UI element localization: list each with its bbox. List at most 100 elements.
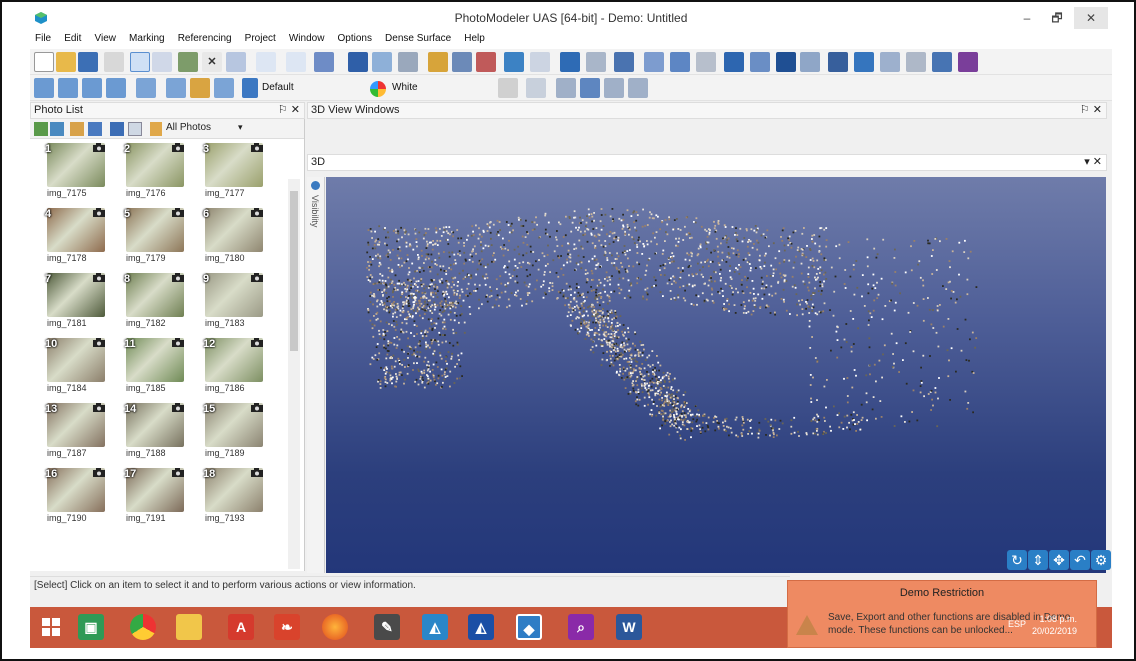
menu-dense-surface[interactable]: Dense Surface	[380, 31, 456, 46]
grid-view-icon[interactable]	[724, 52, 744, 72]
add-photo-icon[interactable]	[34, 122, 48, 136]
reset-view-icon[interactable]: ↶	[1070, 550, 1090, 570]
select-arrow-icon[interactable]	[130, 52, 150, 72]
eraser-icon[interactable]	[958, 52, 978, 72]
menu-view[interactable]: View	[89, 31, 121, 46]
app-blue-a-icon[interactable]: ◭	[422, 614, 448, 640]
view-3d-icon[interactable]	[560, 52, 580, 72]
menu-file[interactable]: File	[30, 31, 56, 46]
marking-mode-icon[interactable]	[178, 52, 198, 72]
photo-thumbnail[interactable]: 17 img_7191	[123, 468, 187, 532]
photo-thumbnail[interactable]: 1 img_7175	[44, 143, 108, 207]
menu-help[interactable]: Help	[459, 31, 490, 46]
store-icon[interactable]: ▣	[78, 614, 104, 640]
line-tool-icon[interactable]	[256, 52, 276, 72]
chevron-down-icon[interactable]: ▾	[238, 122, 243, 133]
zoom-icon[interactable]	[526, 78, 546, 98]
menu-referencing[interactable]: Referencing	[173, 31, 237, 46]
sort-photos-icon[interactable]	[70, 122, 84, 136]
photo-thumbnail[interactable]: 18 img_7193	[202, 468, 266, 532]
photo-thumbnail[interactable]: 14 img_7188	[123, 403, 187, 467]
edge-tool-icon[interactable]	[372, 52, 392, 72]
photo-thumbnail[interactable]: 12 img_7186	[202, 338, 266, 402]
remove-photo-icon[interactable]	[50, 122, 64, 136]
view-2d-icon[interactable]	[586, 52, 606, 72]
acrobat-icon[interactable]: A	[228, 614, 254, 640]
menu-project[interactable]: Project	[240, 31, 281, 46]
dolly-icon[interactable]: ⇕	[1028, 550, 1048, 570]
start-windows-icon[interactable]	[38, 614, 64, 640]
view-3d-canvas[interactable]	[326, 177, 1106, 573]
word-icon[interactable]: W	[616, 614, 642, 640]
layer-icon[interactable]	[214, 78, 234, 98]
texture-icon[interactable]	[670, 52, 690, 72]
orbit-icon[interactable]: ↻	[1007, 550, 1027, 570]
photo-thumbnail[interactable]: 6 img_7180	[202, 208, 266, 272]
photo-thumbnail[interactable]: 11 img_7185	[123, 338, 187, 402]
photo-list-scrollbar[interactable]	[288, 179, 300, 569]
style-combo[interactable]: Default	[262, 79, 342, 97]
import-icon[interactable]	[932, 52, 952, 72]
link-icon[interactable]	[398, 52, 418, 72]
surface-tool-icon[interactable]	[314, 52, 334, 72]
document-icon[interactable]	[696, 52, 716, 72]
photo-thumbnail[interactable]: 10 img_7184	[44, 338, 108, 402]
app-darkblue-a-icon[interactable]: ◭	[468, 614, 494, 640]
report-icon[interactable]	[880, 52, 900, 72]
photomodeler-taskbar-icon[interactable]: ◆	[516, 614, 542, 640]
database-icon[interactable]	[348, 52, 368, 72]
menu-window[interactable]: Window	[284, 31, 330, 46]
maximize-button[interactable]: 🗗	[1042, 7, 1072, 29]
photo-thumbnail[interactable]: 4 img_7178	[44, 208, 108, 272]
cloud-view-icon[interactable]	[166, 78, 186, 98]
search-app-icon[interactable]: ⌕	[568, 614, 594, 640]
firefox-icon[interactable]	[322, 614, 348, 640]
photo-thumbnail[interactable]: 5 img_7179	[123, 208, 187, 272]
wand-icon[interactable]	[428, 52, 448, 72]
export-icon[interactable]	[906, 52, 926, 72]
camera-view-icon[interactable]	[614, 52, 634, 72]
new-project-icon[interactable]	[34, 52, 54, 72]
mesh-icon[interactable]	[800, 52, 820, 72]
color-combo[interactable]: White	[392, 79, 472, 97]
photo-thumbnail[interactable]: 3 img_7177	[202, 143, 266, 207]
chrome-icon[interactable]	[130, 614, 156, 640]
app-red-icon[interactable]: ❧	[274, 614, 300, 640]
photo-thumbnail[interactable]: 2 img_7176	[123, 143, 187, 207]
photo-thumbnail[interactable]: 16 img_7190	[44, 468, 108, 532]
delete-icon[interactable]: ✕	[202, 52, 222, 72]
menu-edit[interactable]: Edit	[59, 31, 86, 46]
menu-marking[interactable]: Marking	[124, 31, 170, 46]
photo-thumbnail[interactable]: 15 img_7189	[202, 403, 266, 467]
curve-tool-icon[interactable]	[286, 52, 306, 72]
tab-3d[interactable]: 3D	[311, 156, 325, 168]
view-settings-icon[interactable]: ⚙	[1091, 550, 1111, 570]
dense-cloud-icon[interactable]	[854, 52, 874, 72]
open-folder-icon[interactable]	[56, 52, 76, 72]
menu-options[interactable]: Options	[333, 31, 377, 46]
region-select-icon[interactable]	[152, 52, 172, 72]
scrollbar-thumb[interactable]	[290, 191, 298, 351]
photos-icon[interactable]	[476, 52, 496, 72]
add-point-icon[interactable]	[226, 52, 246, 72]
list-view-icon[interactable]	[128, 122, 142, 136]
photo-thumbnail[interactable]: 13 img_7187	[44, 403, 108, 467]
photo-thumbnail[interactable]: 9 img_7183	[202, 273, 266, 337]
visibility-tab[interactable]: Visibility	[307, 177, 325, 573]
zoom-in-icon[interactable]	[628, 78, 648, 98]
language-indicator[interactable]: ESP	[1008, 619, 1026, 629]
window-layout-icon[interactable]	[644, 52, 664, 72]
photo-list-pin-close[interactable]: ⚐ ✕	[278, 103, 300, 118]
photo-thumbnail[interactable]: 8 img_7182	[123, 273, 187, 337]
ortho-icon[interactable]	[750, 52, 770, 72]
open-photo-icon[interactable]	[58, 78, 78, 98]
zoom-window-icon[interactable]	[604, 78, 624, 98]
system-clock[interactable]: 1:08 p.m. 20/02/2019	[1032, 613, 1077, 637]
split-view-icon[interactable]	[776, 52, 796, 72]
photo-info-icon[interactable]	[88, 122, 102, 136]
undo-icon[interactable]	[104, 52, 124, 72]
run-icon[interactable]	[504, 52, 524, 72]
grid-icon[interactable]	[498, 78, 518, 98]
process-icon[interactable]	[452, 52, 472, 72]
photo-filter-select[interactable]: All Photos	[166, 122, 211, 133]
